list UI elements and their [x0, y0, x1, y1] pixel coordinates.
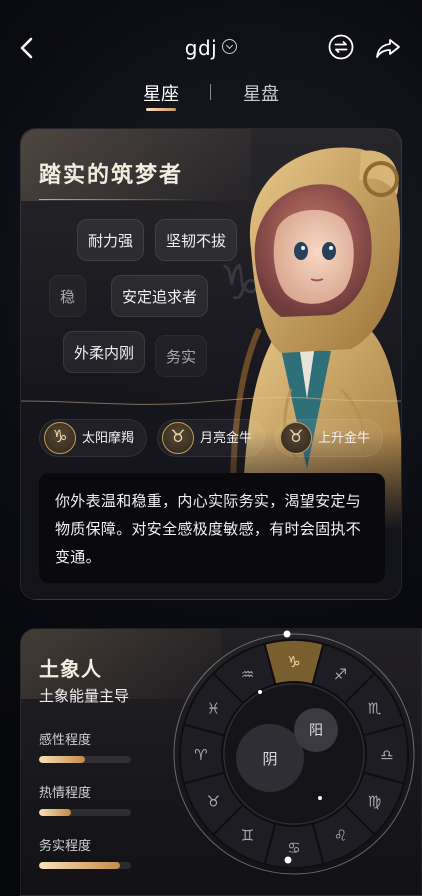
zodiac-sign-icon: ♎	[380, 746, 393, 764]
zodiac-sign-icon: ♈	[194, 746, 207, 764]
top-bar: gdj	[0, 28, 422, 72]
chevron-down-icon	[222, 39, 238, 54]
persona-card: 踏实的筑梦者 耐力强 坚韧不拔 稳 安定追求者 外柔内刚 务实 ♑ 太阳摩羯 ♉…	[20, 128, 402, 600]
inner-dot	[258, 690, 262, 694]
zodiac-sign-icon: ♐	[334, 665, 347, 683]
yang-label: 阳	[309, 723, 323, 739]
metric-label: 热情程度	[39, 786, 92, 801]
tab-bar: 星座 星盘	[0, 80, 422, 120]
trait-tag: 安定追求者	[111, 275, 209, 317]
title-underline	[39, 199, 199, 200]
zodiac-sign-icon: ♏	[368, 700, 382, 718]
divider-wave	[21, 396, 401, 405]
zodiac-sign-icon: ♒	[241, 665, 254, 683]
taurus-icon: ♉	[162, 422, 194, 454]
tab-divider	[210, 84, 211, 100]
rising-sign-label: 上升金牛	[318, 431, 371, 446]
zodiac-sign-icon: ♌	[334, 827, 347, 845]
zodiac-wheel[interactable]: ♑ ♐ ♏ ♎ ♍ ♌ ♋ ♊ ♉ ♈ ♓ ♒ 阴 阳	[170, 630, 418, 878]
share-icon[interactable]	[374, 34, 402, 62]
zodiac-sign-icon: ♋	[287, 839, 300, 857]
zodiac-sign-icon: ♓	[207, 700, 220, 718]
zodiac-sign-icon: ♍	[368, 793, 381, 811]
zodiac-sign-icon: ♊	[241, 827, 254, 845]
element-subtitle: 土象能量主导	[39, 687, 130, 705]
sign-pills: ♑ 太阳摩羯 ♉ 月亮金牛 ♉ 上升金牛	[39, 419, 399, 459]
metric-bar	[39, 809, 131, 816]
persona-title: 踏实的筑梦者	[39, 163, 184, 188]
tab-chart[interactable]: 星盘	[243, 80, 279, 106]
rising-sign-pill[interactable]: ♉ 上升金牛	[275, 419, 384, 457]
zodiac-sign-icon: ♉	[207, 793, 220, 811]
zodiac-sign-icon: ♑	[287, 653, 300, 671]
sun-sign-label: 太阳摩羯	[82, 431, 135, 446]
trait-tag: 耐力强	[77, 219, 145, 261]
yin-label: 阴	[262, 750, 277, 768]
metric-label: 感性程度	[39, 733, 92, 748]
inner-dot	[318, 796, 322, 800]
capricorn-icon: ♑	[44, 422, 76, 454]
orbit-dot	[284, 856, 292, 864]
personality-description: 你外表温和稳重，内心实际务实，渴望安定与物质保障。对安全感极度敏感，有时会固执不…	[39, 473, 385, 583]
tab-zodiac[interactable]: 星座	[143, 80, 179, 106]
active-tab-indicator	[146, 108, 176, 111]
astrology-profile-page: gdj 星座 星盘 踏实的筑梦者 耐力强 坚韧不拔 稳 安定追求者 外柔内刚 务…	[0, 0, 422, 896]
orbit-dot	[283, 630, 291, 638]
switch-icon[interactable]	[328, 34, 354, 60]
element-title: 土象人	[39, 657, 102, 681]
title-group[interactable]: gdj	[0, 36, 422, 60]
metric-bar	[39, 756, 131, 763]
sun-sign-pill[interactable]: ♑ 太阳摩羯	[39, 419, 148, 457]
taurus-icon: ♉	[280, 422, 312, 454]
character-illustration: ♑	[211, 139, 401, 529]
trait-tag: 外柔内刚	[63, 331, 146, 373]
metric-bar	[39, 862, 131, 869]
trait-tag: 稳	[49, 275, 87, 317]
trait-tag: 务实	[155, 335, 208, 377]
metric-fill	[39, 862, 120, 869]
metric-fill	[39, 809, 72, 816]
moon-sign-pill[interactable]: ♉ 月亮金牛	[157, 419, 266, 457]
metric-fill	[39, 756, 85, 763]
metric-label: 务实程度	[39, 839, 92, 854]
moon-sign-label: 月亮金牛	[200, 431, 253, 446]
page-title: gdj	[184, 36, 218, 60]
